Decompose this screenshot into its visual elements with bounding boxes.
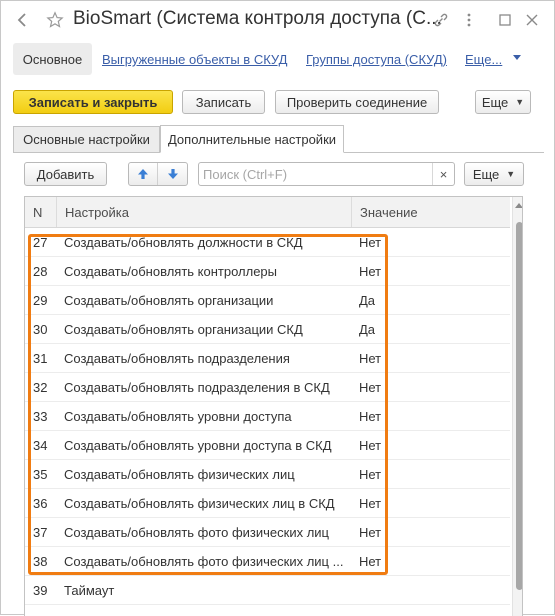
setting-name: Создавать/обновлять должности в СКД [64, 234, 303, 250]
row-number: 38 [33, 553, 48, 569]
table-row[interactable]: 38 Создавать/обновлять фото физических ли… [25, 547, 510, 576]
tab-additional-settings[interactable]: Дополнительные настройки [160, 125, 344, 153]
table-more-button[interactable]: Еще ▼ [464, 162, 524, 186]
table-row[interactable]: 34 Создавать/обновлять уровни доступа в С… [25, 431, 510, 460]
table-row[interactable]: 28 Создавать/обновлять контроллеры Нет [25, 257, 510, 286]
setting-value: Да [359, 292, 376, 308]
tab-main-settings[interactable]: Основные настройки [13, 126, 160, 153]
maximize-icon[interactable] [494, 9, 516, 31]
row-number: 29 [33, 292, 48, 308]
setting-name: Создавать/обновлять организации СКД [64, 321, 303, 337]
row-number: 27 [33, 234, 48, 250]
search-clear-button[interactable]: × [432, 163, 454, 185]
row-number: 39 [33, 582, 48, 598]
setting-name: Создавать/обновлять уровни доступа [64, 408, 292, 424]
table-row[interactable]: 30 Создавать/обновлять организации СКД Да [25, 315, 510, 344]
setting-value: Нет [359, 263, 382, 279]
dropdown-caret-icon: ▼ [506, 169, 516, 179]
setting-name: Создавать/обновлять подразделения в СКД [64, 379, 330, 395]
nav-more[interactable]: Еще... [465, 52, 502, 67]
form-navigation: Основное Выгруженные объекты в СКУД Груп… [13, 43, 543, 75]
search-field: × [198, 162, 455, 186]
setting-name: Создавать/обновлять физических лиц [64, 466, 295, 482]
scroll-up-icon[interactable] [515, 203, 522, 208]
table-row[interactable]: 32 Создавать/обновлять подразделения в СК… [25, 373, 510, 402]
table-row[interactable]: 33 Создавать/обновлять уровни доступа Нет [25, 402, 510, 431]
nav-exported-objects[interactable]: Выгруженные объекты в СКУД [102, 52, 287, 67]
row-number: 31 [33, 350, 48, 366]
setting-value: Нет [359, 524, 382, 540]
setting-name: Создавать/обновлять контроллеры [64, 263, 278, 279]
nav-more-caret-icon[interactable] [513, 55, 521, 60]
row-number: 30 [33, 321, 48, 337]
more-button-label: Еще [481, 94, 509, 110]
table-row[interactable]: 37 Создавать/обновлять фото физических ли… [25, 518, 510, 547]
setting-value [359, 576, 499, 604]
setting-value: Нет [359, 379, 382, 395]
setting-value: Да [359, 321, 376, 337]
setting-name: Таймаут [64, 582, 115, 598]
row-number: 35 [33, 466, 48, 482]
form-window: BioSmart (Система контроля доступа (С...… [0, 0, 555, 616]
row-number: 36 [33, 495, 48, 511]
table-header: N Настройка Значение [25, 197, 510, 228]
save-button[interactable]: Записать [182, 90, 265, 114]
title-bar: BioSmart (Система контроля доступа (С... [1, 1, 554, 41]
setting-value: Нет [359, 466, 382, 482]
setting-name: Создавать/обновлять физических лиц в СКД [64, 495, 335, 511]
dropdown-caret-icon: ▼ [515, 97, 525, 107]
move-buttons [128, 162, 188, 186]
setting-value: Нет [359, 495, 382, 511]
setting-name: Создавать/обновлять подразделения [64, 350, 290, 366]
table-row[interactable]: 35 Создавать/обновлять физических лиц Нет [25, 460, 510, 489]
setting-value: Нет [359, 234, 382, 250]
settings-table: N Настройка Значение 27 Создавать/обновля… [24, 196, 523, 616]
setting-name: Создавать/обновлять уровни доступа в СКД [64, 437, 332, 453]
more-menu-icon[interactable] [458, 9, 480, 31]
table-row[interactable]: 27 Создавать/обновлять должности в СКД Нет [25, 228, 510, 257]
favorite-star-icon[interactable] [44, 9, 66, 31]
setting-name: Создавать/обновлять фото физических лиц … [64, 553, 344, 569]
setting-value: Нет [359, 553, 382, 569]
setting-value: Нет [359, 437, 382, 453]
setting-name: Создавать/обновлять организации [64, 292, 274, 308]
arrow-down-icon [167, 169, 178, 179]
row-number: 32 [33, 379, 48, 395]
table-more-label: Еще [472, 166, 500, 182]
add-button[interactable]: Добавить [24, 162, 107, 186]
nav-main[interactable]: Основное [13, 43, 92, 75]
column-header-setting[interactable]: Настройка [57, 197, 352, 227]
close-icon[interactable] [521, 9, 543, 31]
window-title: BioSmart (Система контроля доступа (С... [73, 8, 442, 29]
setting-name: Создавать/обновлять фото физических лиц [64, 524, 329, 540]
table-row[interactable]: 31 Создавать/обновлять подразделения Нет [25, 344, 510, 373]
more-button[interactable]: Еще ▼ [475, 90, 531, 114]
column-header-n[interactable]: N [25, 197, 57, 227]
link-icon[interactable] [430, 9, 452, 31]
scrollbar-thumb[interactable] [516, 222, 522, 590]
row-number: 28 [33, 263, 48, 279]
row-number: 37 [33, 524, 48, 540]
setting-value: Нет [359, 350, 382, 366]
table-body: 27 Создавать/обновлять должности в СКД Нет… [25, 228, 510, 605]
table-row[interactable]: 29 Создавать/обновлять организации Да [25, 286, 510, 315]
move-up-button[interactable] [129, 163, 158, 185]
vertical-scrollbar[interactable] [512, 197, 522, 616]
save-and-close-button[interactable]: Записать и закрыть [13, 90, 173, 114]
column-header-value[interactable]: Значение [352, 197, 510, 227]
back-arrow-icon[interactable] [12, 9, 34, 31]
row-number: 34 [33, 437, 48, 453]
table-row[interactable]: 36 Создавать/обновлять физических лиц в С… [25, 489, 510, 518]
arrow-up-icon [138, 169, 148, 179]
move-down-button[interactable] [158, 163, 187, 185]
setting-value: Нет [359, 408, 382, 424]
row-number: 33 [33, 408, 48, 424]
nav-access-groups[interactable]: Группы доступа (СКУД) [306, 52, 447, 67]
check-connection-button[interactable]: Проверить соединение [275, 90, 439, 114]
table-row[interactable]: 39 Таймаут [25, 576, 510, 605]
search-input[interactable] [199, 163, 431, 185]
